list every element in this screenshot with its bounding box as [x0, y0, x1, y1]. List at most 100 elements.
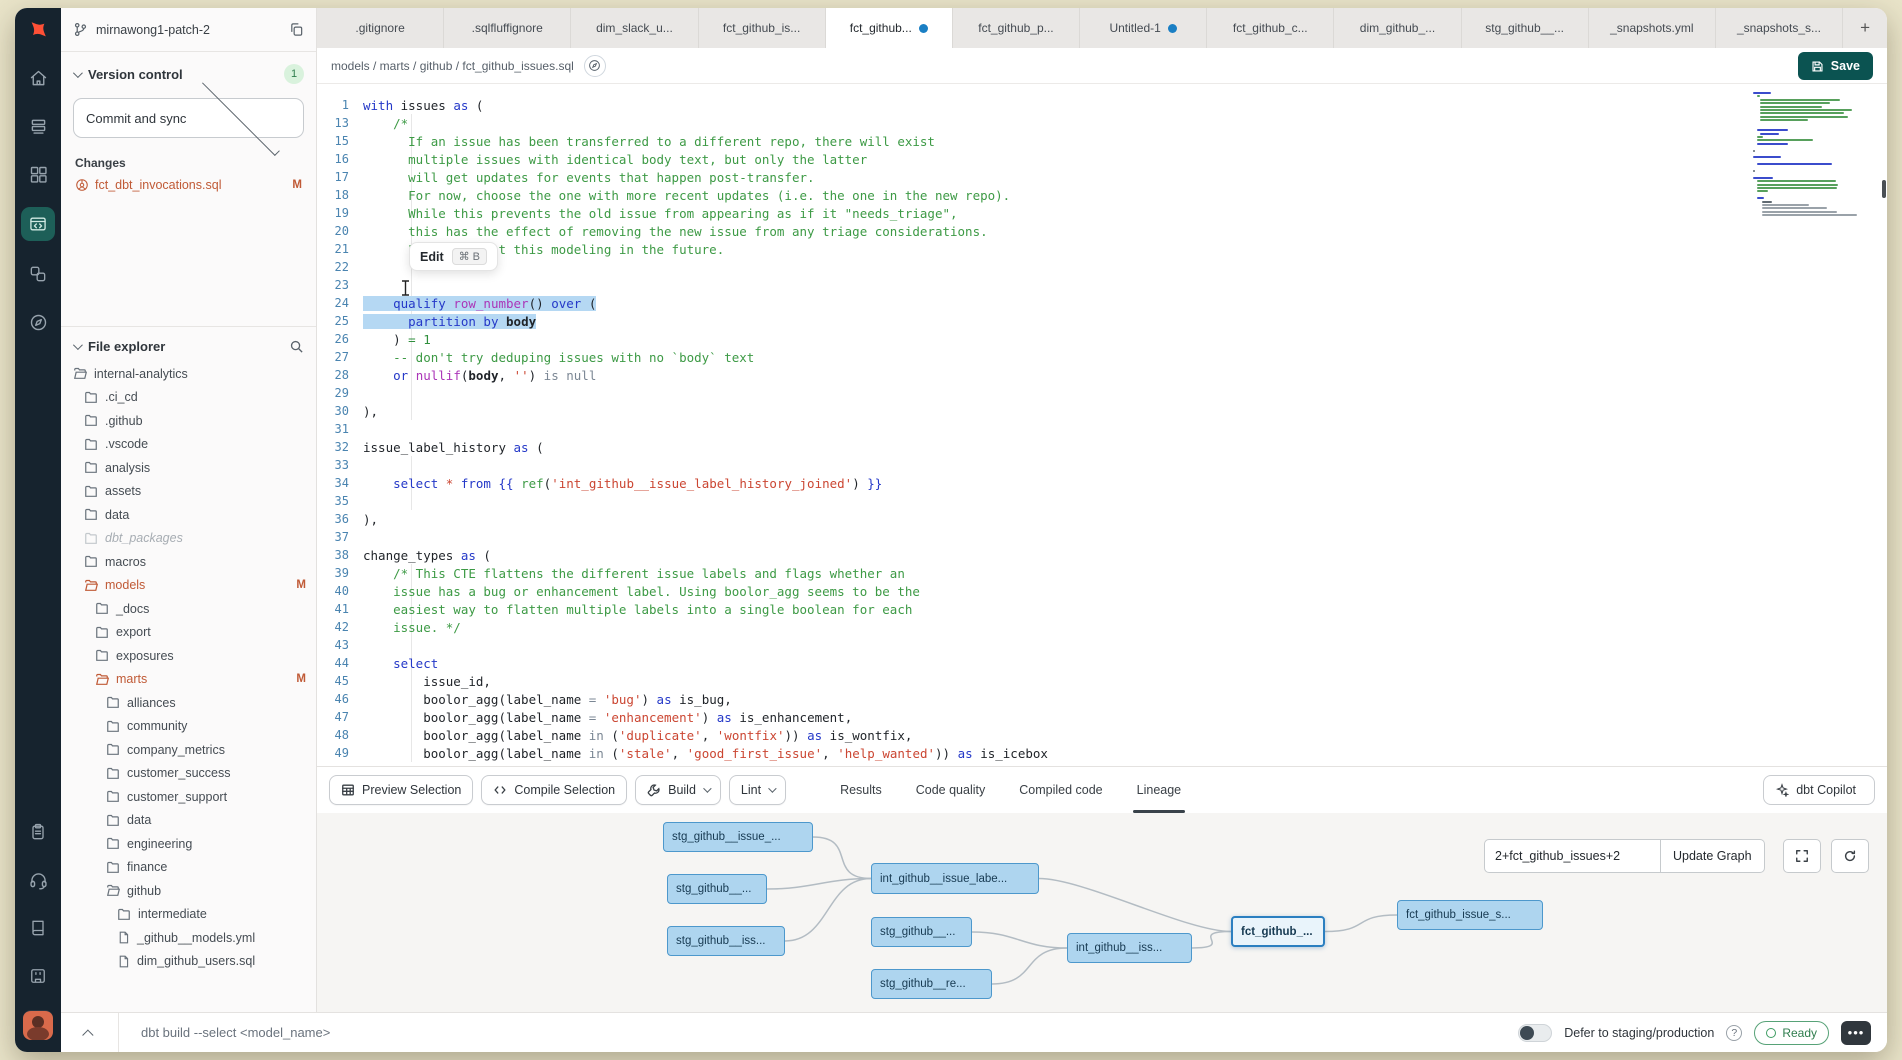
tree-item[interactable]: dim_github_users.sql [61, 950, 316, 974]
tree-item[interactable]: finance [61, 856, 316, 880]
command-input[interactable]: dbt build --select <model_name> [141, 1025, 330, 1040]
code-line[interactable]: 33 [317, 456, 1887, 474]
code-line[interactable]: 30), [317, 402, 1887, 420]
tree-item[interactable]: macros [61, 550, 316, 574]
help-icon[interactable]: ? [1726, 1025, 1742, 1041]
code-line[interactable]: 31 [317, 420, 1887, 438]
user-avatar[interactable] [23, 1010, 53, 1040]
tree-item[interactable]: customer_success [61, 762, 316, 786]
tree-item[interactable]: .ci_cd [61, 386, 316, 410]
tree-item[interactable]: dbt_packages [61, 527, 316, 551]
editor-tab[interactable]: fct_github_is... [699, 8, 826, 48]
code-line[interactable]: 22 [317, 258, 1887, 276]
projects-icon[interactable] [15, 250, 61, 298]
lineage-node[interactable]: fct_github_... [1231, 916, 1325, 947]
editor-tab[interactable]: _snapshots.yml [1589, 8, 1716, 48]
search-icon[interactable] [289, 339, 304, 354]
tree-item[interactable]: internal-analytics [61, 362, 316, 386]
collapse-panel-button[interactable] [61, 1013, 119, 1052]
code-line[interactable]: 15 If an issue has been transferred to a… [317, 132, 1887, 150]
tree-item[interactable]: data [61, 503, 316, 527]
editor-tab[interactable]: dim_github_... [1334, 8, 1461, 48]
lineage-node[interactable]: int_github__iss... [1067, 933, 1192, 963]
copy-icon[interactable] [289, 22, 304, 37]
code-line[interactable]: 27 -- don't try deduping issues with no … [317, 348, 1887, 366]
docs-book-icon[interactable] [15, 904, 61, 952]
tree-item[interactable]: exposures [61, 644, 316, 668]
lineage-selector-input[interactable]: 2+fct_github_issues+2 [1484, 839, 1661, 873]
lineage-node[interactable]: stg_github__issue_... [663, 822, 813, 852]
tree-item[interactable]: martsM [61, 668, 316, 692]
code-line[interactable]: 46 boolor_agg(label_name = 'bug') as is_… [317, 690, 1887, 708]
editor-tab[interactable]: stg_github__... [1462, 8, 1589, 48]
editor-tab[interactable]: Untitled-1 [1080, 8, 1207, 48]
lint-button[interactable]: Lint [729, 775, 786, 805]
code-line[interactable]: 47 boolor_agg(label_name = 'enhancement'… [317, 708, 1887, 726]
tree-item[interactable]: company_metrics [61, 738, 316, 762]
tree-item[interactable]: _github__models.yml [61, 926, 316, 950]
status-badge[interactable]: Ready [1754, 1021, 1829, 1045]
tree-item[interactable]: engineering [61, 832, 316, 856]
changelog-icon[interactable] [15, 952, 61, 1000]
changed-file-item[interactable]: fct_dbt_invocations.sql M [61, 174, 316, 196]
code-editor[interactable]: 1with issues as (13 /*15 If an issue has… [317, 84, 1887, 766]
code-line[interactable]: 39 /* This CTE flattens the different is… [317, 564, 1887, 582]
tree-item[interactable]: assets [61, 480, 316, 504]
code-line[interactable]: 28 or nullif(body, '') is null [317, 366, 1887, 384]
code-line[interactable]: 18 For now, choose the one with more rec… [317, 186, 1887, 204]
panel-tab-compiled-code[interactable]: Compiled code [1019, 767, 1102, 813]
home-icon[interactable] [15, 54, 61, 102]
warehouse-icon[interactable] [15, 102, 61, 150]
dbt-copilot-button[interactable]: dbt Copilot [1763, 775, 1875, 805]
tree-item[interactable]: modelsM [61, 574, 316, 598]
minimap[interactable] [1753, 92, 1873, 217]
lineage-node[interactable]: stg_github__... [871, 917, 972, 947]
explore-file-button[interactable] [584, 55, 606, 77]
editor-tab[interactable]: dim_slack_u... [571, 8, 698, 48]
tree-item[interactable]: github [61, 879, 316, 903]
code-line[interactable]: 48 boolor_agg(label_name in ('duplicate'… [317, 726, 1887, 744]
code-lines[interactable]: 1with issues as (13 /*15 If an issue has… [317, 84, 1887, 766]
panel-tab-code-quality[interactable]: Code quality [916, 767, 986, 813]
code-line[interactable]: 20 this has the effect of removing the n… [317, 222, 1887, 240]
code-line[interactable]: 43 [317, 636, 1887, 654]
code-line[interactable]: 32issue_label_history as ( [317, 438, 1887, 456]
develop-icon[interactable] [15, 198, 61, 250]
tree-item[interactable]: community [61, 715, 316, 739]
tree-item[interactable]: customer_support [61, 785, 316, 809]
code-line[interactable]: 37 [317, 528, 1887, 546]
lineage-node[interactable]: stg_github__re... [871, 969, 992, 999]
panel-tab-lineage[interactable]: Lineage [1137, 767, 1182, 813]
dbt-logo[interactable] [15, 8, 61, 54]
code-line[interactable]: 24 qualify row_number() over ( [317, 294, 1887, 312]
clipboard-icon[interactable] [15, 808, 61, 856]
tree-item[interactable]: export [61, 621, 316, 645]
more-options-button[interactable]: ••• [1841, 1021, 1871, 1045]
code-line[interactable]: 38change_types as ( [317, 546, 1887, 564]
code-line[interactable]: 36), [317, 510, 1887, 528]
build-button[interactable]: Build [635, 775, 721, 805]
save-button[interactable]: Save [1798, 52, 1873, 80]
code-line[interactable]: 19 While this prevents the old issue fro… [317, 204, 1887, 222]
tree-item[interactable]: analysis [61, 456, 316, 480]
code-line[interactable]: 21 Let's revisit this modeling in the fu… [317, 240, 1887, 258]
code-line[interactable]: 13 /* [317, 114, 1887, 132]
editor-tab[interactable]: _snapshots_s... [1716, 8, 1843, 48]
lineage-node[interactable]: fct_github_issue_s... [1397, 900, 1543, 930]
support-headset-icon[interactable] [15, 856, 61, 904]
version-control-header[interactable]: Version control 1 [61, 52, 316, 90]
scrollbar-thumb[interactable] [1882, 180, 1886, 198]
edit-tooltip[interactable]: Edit ⌘ B [409, 242, 498, 271]
refresh-button[interactable] [1831, 839, 1869, 873]
file-explorer-header[interactable]: File explorer [61, 326, 316, 360]
code-line[interactable]: 25 partition by body [317, 312, 1887, 330]
code-line[interactable]: 42 issue. */ [317, 618, 1887, 636]
code-line[interactable]: 29 [317, 384, 1887, 402]
tree-item[interactable]: data [61, 809, 316, 833]
editor-tab[interactable]: .sqlfluffignore [444, 8, 571, 48]
code-line[interactable]: 40 issue has a bug or enhancement label.… [317, 582, 1887, 600]
code-line[interactable]: 23 [317, 276, 1887, 294]
new-tab-button[interactable]: + [1843, 8, 1887, 48]
code-line[interactable]: 1with issues as ( [317, 96, 1887, 114]
tree-item[interactable]: .github [61, 409, 316, 433]
